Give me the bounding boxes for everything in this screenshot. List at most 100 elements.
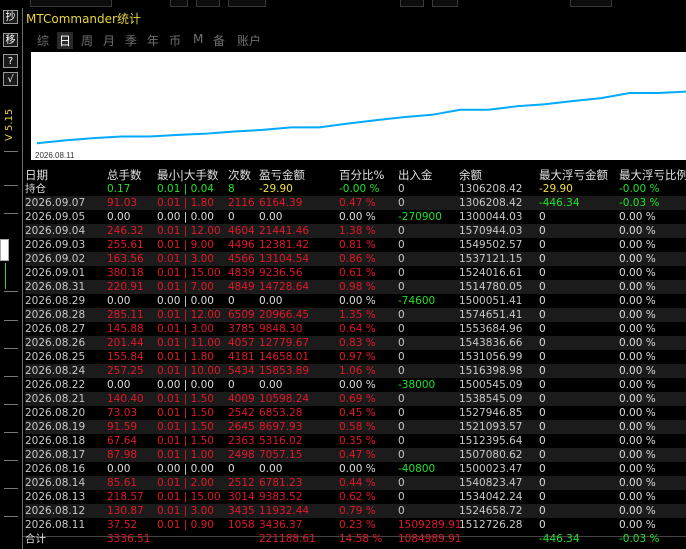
cell-float-loss: 0 [539,295,546,307]
table-row[interactable]: 2026.08.26 201.44 0.01 | 11.00 4057 12779.67… [25,336,686,350]
table-row[interactable]: 2026.09.01 380.18 0.01 | 15.00 4839 9236.56 0… [25,266,686,280]
position-row[interactable]: 持仓 0.17 0.01 | 0.04 8 -29.90 -0.00 % 0 1… [25,182,686,196]
cell-lots: 85.61 [107,477,138,489]
help-button[interactable]: ? [3,54,18,68]
table-row[interactable]: 2026.08.14 85.61 0.01 | 2.00 2512 6781.23 0.4… [25,476,686,490]
table-row[interactable]: 2026.09.04 246.32 0.01 | 12.00 4604 21441.46… [25,224,686,238]
cell-date: 2026.08.19 [25,421,86,433]
table-row[interactable]: 2026.08.29 0.00 0.00 | 0.00 0 0.00 0.00 % -746… [25,294,686,308]
top-tab[interactable] [170,0,188,7]
col-balance[interactable]: 余额 [459,168,482,182]
tab-week[interactable]: 周 [81,32,93,49]
tab-m[interactable]: M [193,32,203,46]
table-row[interactable]: 2026.08.28 285.11 0.01 | 12.00 6509 20966.45… [25,308,686,322]
table-row[interactable]: 2026.08.25 155.84 0.01 | 1.80 4181 14658.01 0… [25,350,686,364]
tab-backup[interactable]: 备 [213,32,225,49]
table-row[interactable]: 2026.09.02 163.56 0.01 | 3.00 4566 13104.54 0… [25,252,686,266]
divider [4,516,18,517]
col-minmax[interactable]: 最小|大手数 [157,168,218,182]
move-button[interactable]: 移 [3,33,18,47]
title-bar[interactable]: MTCommander统计 [23,8,686,28]
tab-day[interactable]: 日 [57,32,74,49]
cell-pct: 0.81 % [339,239,376,251]
cell-date: 2026.08.13 [25,491,86,503]
col-pct[interactable]: 百分比% [339,168,384,182]
top-tab[interactable] [228,0,266,7]
table-row[interactable]: 2026.08.21 140.40 0.01 | 1.50 4009 10598.24 0… [25,392,686,406]
top-tab[interactable] [30,0,112,7]
table-row[interactable]: 2026.08.20 73.03 0.01 | 1.50 2542 6853.28 0.4… [25,406,686,420]
top-tab[interactable] [196,0,220,7]
col-count[interactable]: 次数 [228,168,251,182]
tab-quarter[interactable]: 季 [125,32,137,49]
cell-lots: 220.91 [107,281,144,293]
table-row[interactable]: 2026.08.24 257.25 0.01 | 10.00 5434 15853.89… [25,364,686,378]
table-row[interactable]: 2026.08.12 130.87 0.01 | 3.00 3435 11932.44 0… [25,504,686,518]
cell-minmax: 0.01 | 1.50 [157,393,214,405]
cell-count: 4496 [228,239,255,251]
cell-balance: 1527946.85 [459,407,523,419]
cell-lots: 155.84 [107,351,144,363]
cell-count: 4604 [228,225,255,237]
cell-io: 0 [398,309,405,321]
table-row[interactable]: 2026.08.17 87.98 0.01 | 1.00 2498 7057.15 0.4… [25,448,686,462]
col-pl[interactable]: 盈亏金额 [259,168,305,182]
table-row[interactable]: 2026.08.13 218.57 0.01 | 15.00 3014 9383.52 0… [25,490,686,504]
cell-count: 3785 [228,323,255,335]
cell-date: 合计 [25,533,46,545]
tab-account[interactable]: 账户 [237,32,261,49]
cell-pct: 0.35 % [339,435,376,447]
cell-float-pct: 0.00 % [619,491,656,503]
cell-pct: 0.83 % [339,337,376,349]
tab-summary[interactable]: 综 [37,32,49,49]
table-row[interactable]: 2026.08.31 220.91 0.01 | 7.00 4849 14728.64 0… [25,280,686,294]
col-io[interactable]: 出入金 [398,168,433,182]
cell-minmax: 0.01 | 1.80 [157,197,214,209]
cell-pl: 15853.89 [259,365,310,377]
cell-pl: 14728.64 [259,281,310,293]
cell-io: 0 [398,477,405,489]
divider [4,348,18,349]
cell-io: 0 [398,281,405,293]
cell-pct: 0.00 % [339,379,376,391]
col-lots[interactable]: 总手数 [107,168,142,182]
cell-float-loss: 0 [539,491,546,503]
table-row[interactable]: 2026.08.16 0.00 0.00 | 0.00 0 0.00 0.00 % -408… [25,462,686,476]
cell-lots: 0.00 [107,463,131,475]
cell-pct: -0.00 % [339,183,380,195]
col-float-pct[interactable]: 最大浮亏比例 [619,168,686,182]
col-float-loss[interactable]: 最大浮亏金额 [539,168,608,182]
cell-count: 6509 [228,309,255,321]
tab-month[interactable]: 月 [103,32,115,49]
cell-minmax: 0.01 | 0.90 [157,519,214,531]
divider [4,404,18,405]
cell-io: 0 [398,323,405,335]
cell-float-pct: 0.00 % [619,449,656,461]
col-date[interactable]: 日期 [25,168,48,182]
table-row[interactable]: 2026.08.19 91.59 0.01 | 1.50 2645 8697.93 0.5… [25,420,686,434]
table-row[interactable]: 2026.08.18 67.64 0.01 | 1.50 2363 5316.02 0.3… [25,434,686,448]
table-row[interactable]: 2026.09.05 0.00 0.00 | 0.00 0 0.00 0.00 % -270… [25,210,686,224]
table-row[interactable]: 2026.09.07 91.03 0.01 | 1.80 2116 6164.39 0.4… [25,196,686,210]
total-row[interactable]: 合计 3336.51 221188.61 14.58 % 1084989.91 … [25,532,686,546]
top-tab[interactable] [400,0,424,7]
check-button[interactable]: √ [3,72,18,86]
cell-pct: 0.45 % [339,407,376,419]
table-row[interactable]: 2026.08.11 37.52 0.01 | 0.90 1058 3436.37 0.2… [25,518,686,532]
cell-pct: 0.00 % [339,295,376,307]
table-row[interactable]: 2026.09.03 255.61 0.01 | 9.00 4496 12381.42 0… [25,238,686,252]
tab-year[interactable]: 年 [147,32,159,49]
cell-balance: 1507080.62 [459,449,523,461]
cell-minmax: 0.01 | 12.00 [157,225,221,237]
version-label: V 5.15 [4,108,15,142]
tab-currency[interactable]: 币 [169,32,181,49]
copy-button[interactable]: 抄 [3,10,18,24]
cell-minmax: 0.00 | 0.00 [157,295,214,307]
top-tab[interactable] [432,0,458,7]
top-tab[interactable] [570,0,612,7]
cell-io: 0 [398,491,405,503]
cell-pct: 0.47 % [339,449,376,461]
table-row[interactable]: 2026.08.22 0.00 0.00 | 0.00 0 0.00 0.00 % -380… [25,378,686,392]
table-row[interactable]: 2026.08.27 145.88 0.01 | 3.00 3785 9848.30 0.… [25,322,686,336]
cell-lots: 218.57 [107,491,144,503]
